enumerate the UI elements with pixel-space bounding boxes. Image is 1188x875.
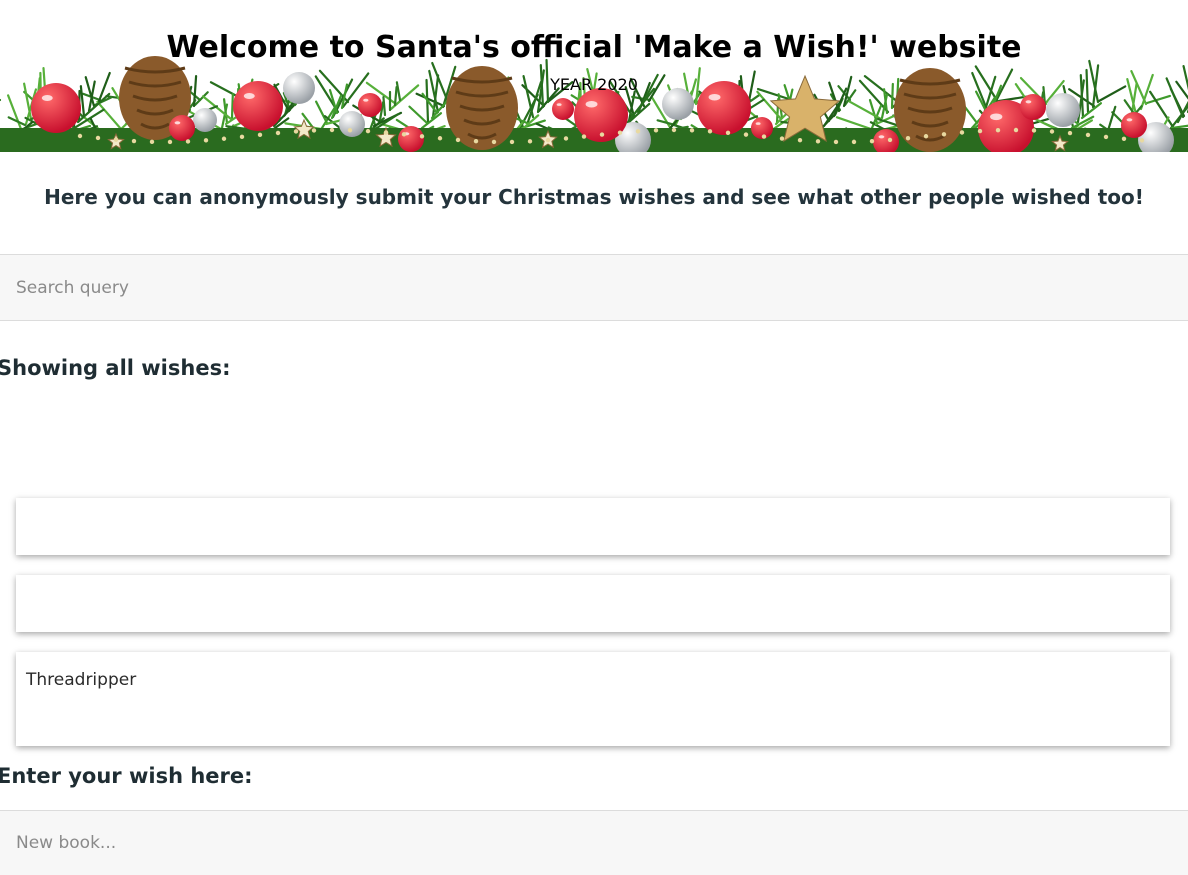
page-title: Welcome to Santa's official 'Make a Wish…	[166, 30, 1022, 65]
wish-entry-bar	[0, 810, 1188, 875]
search-bar	[0, 254, 1188, 321]
header-banner: Welcome to Santa's official 'Make a Wish…	[0, 0, 1188, 152]
wish-card: Threadripper	[16, 652, 1170, 746]
wishes-heading: Showing all wishes:	[0, 356, 231, 380]
wish-input[interactable]	[0, 811, 1188, 875]
search-input[interactable]	[0, 255, 1188, 320]
wish-card	[16, 575, 1170, 632]
year-label: YEAR 2020	[550, 75, 638, 94]
enter-wish-heading: Enter your wish here:	[0, 764, 253, 788]
intro-text: Here you can anonymously submit your Chr…	[44, 185, 1144, 209]
wish-card	[16, 498, 1170, 555]
